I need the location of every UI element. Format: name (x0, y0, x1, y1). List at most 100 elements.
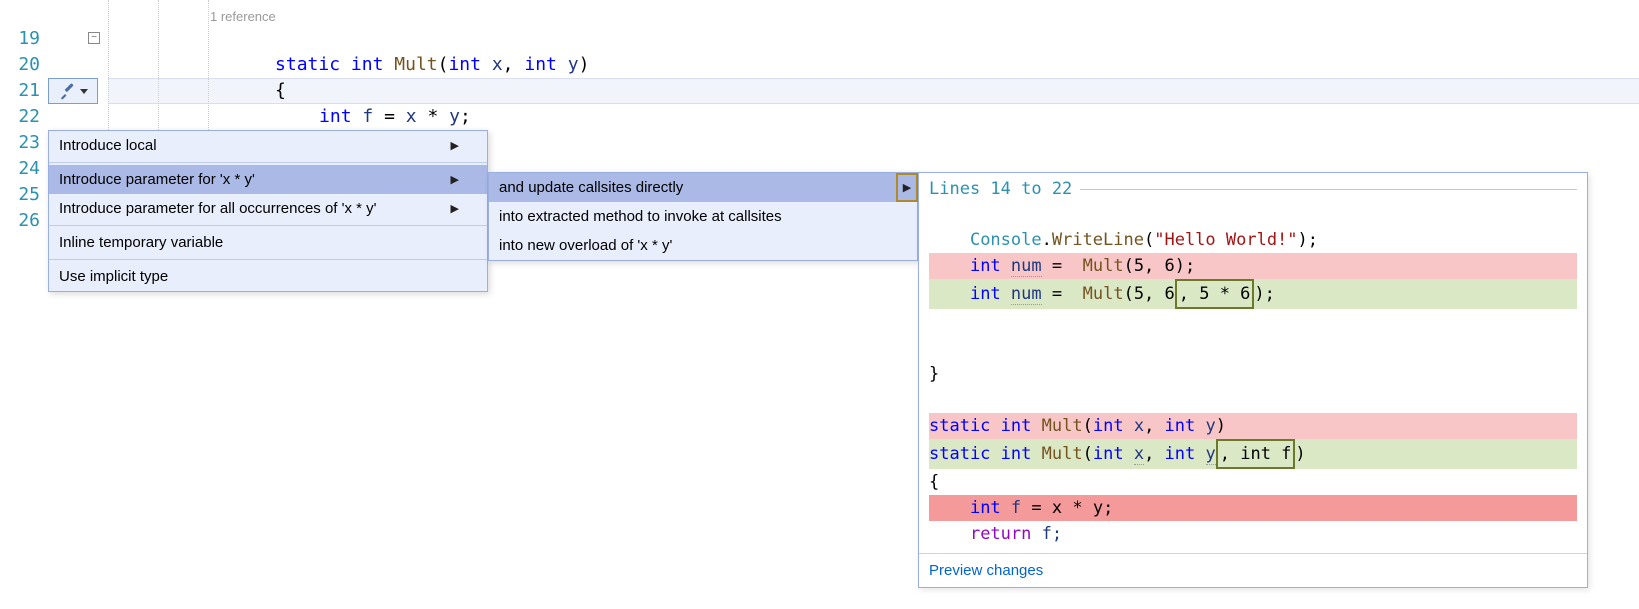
menu-item-label: Introduce local (59, 137, 157, 154)
punct: ( (1144, 230, 1154, 250)
line-number: 20 (18, 52, 40, 78)
method-name: Mult (1042, 444, 1083, 464)
param: y (1206, 444, 1216, 465)
quick-actions-menu: Introduce local ▶ Introduce parameter fo… (48, 130, 488, 292)
menu-separator (49, 162, 487, 163)
menu-item-label: into extracted method to invoke at calls… (499, 208, 782, 225)
keyword-int: int (351, 54, 384, 75)
keyword-int: int (319, 106, 352, 127)
menu-item-inline-temporary[interactable]: Inline temporary variable (49, 228, 487, 257)
punct: ; (460, 106, 471, 127)
keyword-int: int (970, 498, 1001, 518)
preview-header: Lines 14 to 22 (919, 173, 1587, 201)
local-var: f (1011, 498, 1021, 518)
submenu-item-extracted-method[interactable]: into extracted method to invoke at calls… (489, 202, 917, 231)
method-name: Mult (1083, 284, 1124, 304)
submenu-item-update-callsites[interactable]: and update callsites directly ▶ (489, 173, 917, 202)
keyword-int: int (1165, 416, 1196, 436)
preview-footer: Preview changes (919, 553, 1587, 587)
preview-changes-panel: Lines 14 to 22 Console.WriteLine("Hello … (918, 172, 1588, 588)
class-name: Console (970, 230, 1042, 250)
menu-item-label: Use implicit type (59, 268, 168, 285)
preview-changes-link[interactable]: Preview changes (929, 562, 1043, 579)
line-number: 26 (18, 208, 40, 234)
operator: = (1052, 256, 1062, 276)
keyword-return: return (970, 524, 1031, 544)
operator: = (384, 106, 395, 127)
punct: ); (1298, 230, 1318, 250)
brace: } (929, 364, 939, 384)
keyword-int: int (970, 256, 1001, 276)
punct: ( (438, 54, 449, 75)
keyword-int: int (970, 284, 1001, 304)
line-number: 19 (18, 26, 40, 52)
punct: ( (1083, 416, 1093, 436)
menu-item-label: Inline temporary variable (59, 234, 223, 251)
menu-item-label: Introduce parameter for all occurrences … (59, 200, 377, 217)
diff-insert-box: , int f (1216, 439, 1296, 469)
string-literal: "Hello World!" (1154, 230, 1297, 250)
line-number: 23 (18, 130, 40, 156)
local-var: num (1011, 284, 1042, 305)
expr: = x * y; (1031, 498, 1113, 518)
punct: ) (579, 54, 590, 75)
punct: ( (1083, 444, 1093, 464)
preview-code: Console.WriteLine("Hello World!"); int n… (919, 201, 1587, 553)
keyword-int: int (1001, 416, 1032, 436)
local-var: num (1011, 256, 1042, 277)
header-rule (1080, 189, 1577, 190)
preview-expand-button[interactable]: ▶ (896, 173, 918, 202)
param: y (1206, 416, 1216, 436)
line-number: 21 (18, 78, 40, 104)
punct: , (503, 54, 514, 75)
brace: { (929, 472, 939, 492)
keyword-int: int (448, 54, 481, 75)
quick-actions-submenu: and update callsites directly ▶ into ext… (488, 172, 918, 261)
var: y (449, 106, 460, 127)
menu-item-introduce-parameter-all[interactable]: Introduce parameter for all occurrences … (49, 194, 487, 223)
keyword-int: int (1093, 444, 1124, 464)
menu-item-introduce-local[interactable]: Introduce local ▶ (49, 131, 487, 160)
menu-item-introduce-parameter[interactable]: Introduce parameter for 'x * y' ▶ (49, 165, 487, 194)
menu-item-label: into new overload of 'x * y' (499, 237, 672, 254)
line-number: 22 (18, 104, 40, 130)
args: ); (1254, 284, 1274, 304)
fold-toggle[interactable]: − (88, 32, 100, 44)
chevron-right-icon: ▶ (903, 181, 911, 194)
chevron-right-icon: ▶ (451, 173, 459, 186)
menu-item-label: and update callsites directly (499, 179, 683, 196)
method-name: Mult (1042, 416, 1083, 436)
chevron-right-icon: ▶ (451, 139, 459, 152)
keyword-static: static (929, 416, 990, 436)
chevron-down-icon (80, 89, 88, 94)
local-var: f (362, 106, 373, 127)
keyword-int: int (1093, 416, 1124, 436)
operator: = (1052, 284, 1062, 304)
method-name: Mult (394, 54, 437, 75)
menu-separator (49, 259, 487, 260)
code-editor: 19 20 21 22 23 24 25 26 − 1 reference st… (0, 0, 1639, 609)
param: x (1134, 416, 1144, 436)
keyword-int: int (524, 54, 557, 75)
quick-actions-button[interactable] (48, 78, 98, 104)
chevron-right-icon: ▶ (451, 202, 459, 215)
return-expr: f; (1042, 524, 1062, 544)
menu-separator (49, 225, 487, 226)
screwdriver-icon (59, 82, 77, 100)
punct: . (1042, 230, 1052, 250)
param: x (1134, 444, 1144, 465)
menu-item-label: Introduce parameter for 'x * y' (59, 171, 255, 188)
diff-insert-box: , 5 * 6 (1175, 279, 1255, 309)
args: (5, 6); (1124, 256, 1196, 276)
submenu-item-new-overload[interactable]: into new overload of 'x * y' (489, 231, 917, 260)
punct: ) (1216, 416, 1226, 436)
method-name: Mult (1083, 256, 1124, 276)
menu-item-use-implicit-type[interactable]: Use implicit type (49, 262, 487, 291)
line-number: 25 (18, 182, 40, 208)
keyword-int: int (1165, 444, 1196, 464)
keyword-int: int (1001, 444, 1032, 464)
param: y (568, 54, 579, 75)
param: x (492, 54, 503, 75)
keyword-static: static (929, 444, 990, 464)
args: (5, 6 (1124, 284, 1175, 304)
